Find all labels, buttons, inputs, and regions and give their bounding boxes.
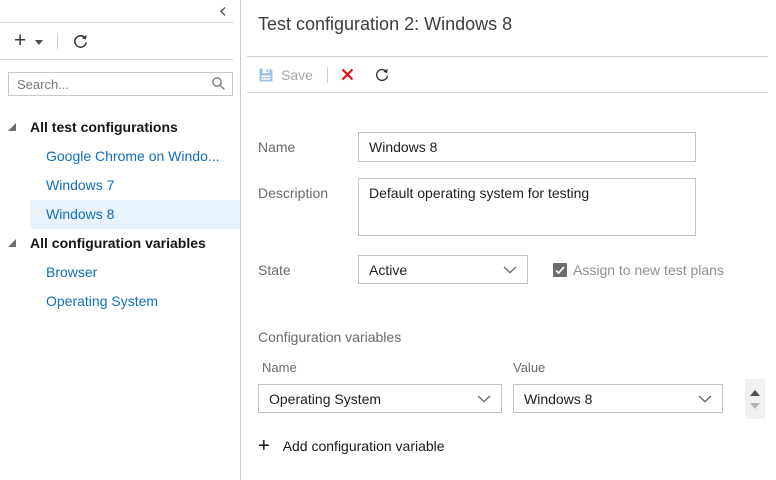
save-floppy-icon	[258, 67, 274, 83]
sidebar: + All test conf	[0, 0, 241, 480]
command-bar-separator	[327, 67, 328, 83]
tree-group-label: All configuration variables	[30, 235, 206, 251]
delete-button[interactable]	[341, 68, 354, 81]
configuration-variables-section: Configuration variables Name Value Opera…	[258, 329, 776, 455]
name-column-header: Name	[258, 360, 513, 375]
tree-item-label: Windows 8	[30, 200, 240, 229]
app-window: + All test conf	[0, 0, 776, 480]
add-configuration-variable-label: Add configuration variable	[283, 438, 445, 454]
name-field[interactable]	[358, 132, 696, 162]
refresh-icon	[374, 67, 390, 83]
variable-name-dropdown[interactable]: Operating System	[258, 384, 502, 413]
variable-value-dropdown[interactable]: Windows 8	[513, 384, 723, 413]
chevron-down-icon	[698, 395, 712, 403]
configuration-variables-headers: Name Value	[258, 360, 776, 375]
state-dropdown-value: Active	[369, 262, 407, 278]
name-label: Name	[258, 132, 358, 162]
add-configuration-variable-button[interactable]: + Add configuration variable	[258, 437, 776, 455]
expander-icon[interactable]	[8, 123, 16, 131]
value-column-header: Value	[513, 360, 545, 375]
description-label: Description	[258, 178, 358, 236]
tree-item-windows-8[interactable]: Windows 8	[0, 200, 240, 229]
tree-item-label: Operating System	[30, 287, 240, 316]
expander-icon[interactable]	[8, 239, 16, 247]
state-dropdown[interactable]: Active	[358, 255, 528, 284]
refresh-button[interactable]	[374, 67, 390, 83]
sidebar-toolbar: +	[0, 23, 233, 60]
configuration-variables-heading: Configuration variables	[258, 329, 776, 345]
variable-name-value: Operating System	[269, 391, 381, 407]
chevron-down-icon	[503, 266, 517, 274]
tree-item-google-chrome[interactable]: Google Chrome on Windo...	[0, 142, 240, 171]
save-button[interactable]: Save	[258, 67, 313, 83]
tree-item-browser[interactable]: Browser	[0, 258, 240, 287]
main-pane: Test configuration 2: Windows 8 Save	[241, 0, 776, 480]
chevron-down-icon	[477, 395, 491, 403]
page-title: Test configuration 2: Windows 8	[258, 14, 776, 35]
variable-value-value: Windows 8	[524, 391, 592, 407]
tree-item-label: Google Chrome on Windo...	[30, 142, 240, 171]
search-input[interactable]	[8, 72, 233, 96]
checkmark-icon	[555, 266, 565, 275]
configurations-tree: All test configurations Google Chrome on…	[0, 113, 240, 316]
collapse-sidebar-icon[interactable]	[219, 6, 227, 17]
delete-x-icon	[341, 68, 354, 81]
plus-icon: +	[258, 437, 270, 455]
move-down-icon[interactable]	[750, 403, 760, 409]
tree-group-label: All test configurations	[30, 119, 178, 135]
refresh-icon	[72, 33, 89, 50]
tree-item-windows-7[interactable]: Windows 7	[0, 171, 240, 200]
tree-group-all-test-configurations[interactable]: All test configurations	[0, 113, 240, 142]
save-button-label: Save	[281, 67, 313, 83]
description-field[interactable]: Default operating system for testing	[358, 178, 696, 236]
configuration-form: Name Description Default operating syste…	[258, 132, 776, 284]
tree-group-all-configuration-variables[interactable]: All configuration variables	[0, 229, 240, 258]
plus-icon: +	[14, 31, 26, 51]
new-configuration-button[interactable]: +	[14, 31, 43, 51]
state-row: State Active Assign to new test plans	[258, 255, 776, 284]
search-icon	[211, 76, 226, 96]
sidebar-search	[8, 72, 233, 96]
state-label: State	[258, 255, 358, 278]
sidebar-header	[0, 0, 233, 23]
name-row: Name	[258, 132, 776, 162]
sidebar-refresh-button[interactable]	[72, 33, 89, 50]
move-up-icon[interactable]	[750, 390, 760, 396]
tree-item-label: Browser	[30, 258, 240, 287]
assign-checkbox-group: Assign to new test plans	[553, 255, 724, 278]
toolbar-separator	[57, 33, 58, 49]
assign-checkbox[interactable]	[553, 263, 567, 277]
assign-checkbox-label: Assign to new test plans	[573, 262, 724, 278]
row-reorder-control	[745, 379, 765, 419]
tree-item-operating-system[interactable]: Operating System	[0, 287, 240, 316]
description-row: Description Default operating system for…	[258, 178, 776, 236]
configuration-variable-row: Operating System Windows 8	[258, 384, 776, 419]
tree-item-label: Windows 7	[30, 171, 240, 200]
chevron-down-icon	[35, 40, 43, 45]
command-bar: Save	[247, 56, 768, 93]
